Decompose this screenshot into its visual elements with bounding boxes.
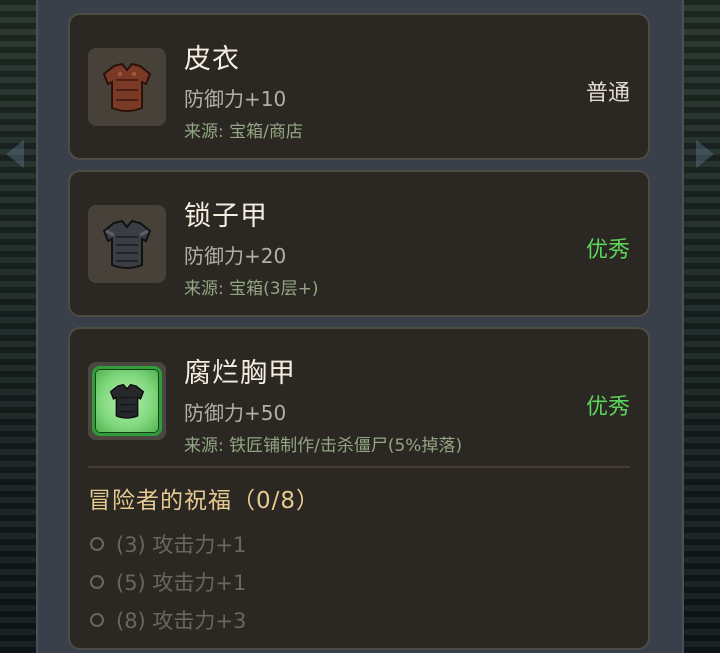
blessing-entry-label: (5) 攻击力+1	[116, 571, 247, 595]
armor-card-leather[interactable]: 皮衣 防御力+10 来源: 宝箱/商店 普通	[68, 13, 650, 160]
blessing-entry: (8) 攻击力+3	[90, 601, 246, 639]
rotten-chestplate-icon	[88, 362, 166, 440]
blessing-entry: (3) 攻击力+1	[90, 525, 246, 563]
scroll-left-arrow-icon[interactable]	[6, 140, 24, 168]
circle-bullet-icon	[90, 575, 104, 589]
item-name: 腐烂胸甲	[184, 358, 296, 389]
circle-bullet-icon	[90, 537, 104, 551]
blessing-title: 冒险者的祝福（0/8）	[88, 488, 321, 514]
selected-frame	[92, 366, 162, 436]
background-left	[0, 0, 40, 653]
blessing-entry: (5) 攻击力+1	[90, 563, 246, 601]
circle-bullet-icon	[90, 613, 104, 627]
item-name: 皮衣	[184, 44, 240, 75]
rarity-badge: 优秀	[585, 238, 630, 263]
item-name: 锁子甲	[184, 201, 268, 232]
leather-armor-icon	[88, 48, 166, 126]
rarity-badge: 普通	[585, 81, 630, 106]
blessing-entry-label: (8) 攻击力+3	[116, 609, 247, 633]
blessing-entry-label: (3) 攻击力+1	[116, 533, 247, 557]
blessing-list: (3) 攻击力+1 (5) 攻击力+1 (8) 攻击力+3	[90, 525, 246, 639]
item-source: 来源: 宝箱/商店	[184, 122, 303, 142]
chainmail-armor-icon	[88, 205, 166, 283]
armor-card-rotten-chestplate[interactable]: 腐烂胸甲 防御力+50 来源: 铁匠铺制作/击杀僵尸(5%掉落) 优秀 冒险者的…	[68, 327, 650, 650]
armor-card-chainmail[interactable]: 锁子甲 防御力+20 来源: 宝箱(3层+) 优秀	[68, 170, 650, 317]
scroll-right-arrow-icon[interactable]	[696, 140, 714, 168]
item-stat: 防御力+10	[184, 87, 287, 111]
item-stat: 防御力+20	[184, 244, 287, 268]
item-stat: 防御力+50	[184, 401, 287, 425]
background-right	[680, 0, 720, 653]
item-source: 来源: 铁匠铺制作/击杀僵尸(5%掉落)	[184, 436, 463, 456]
rarity-badge: 优秀	[585, 395, 630, 420]
divider	[88, 466, 630, 468]
item-source: 来源: 宝箱(3层+)	[184, 279, 319, 299]
